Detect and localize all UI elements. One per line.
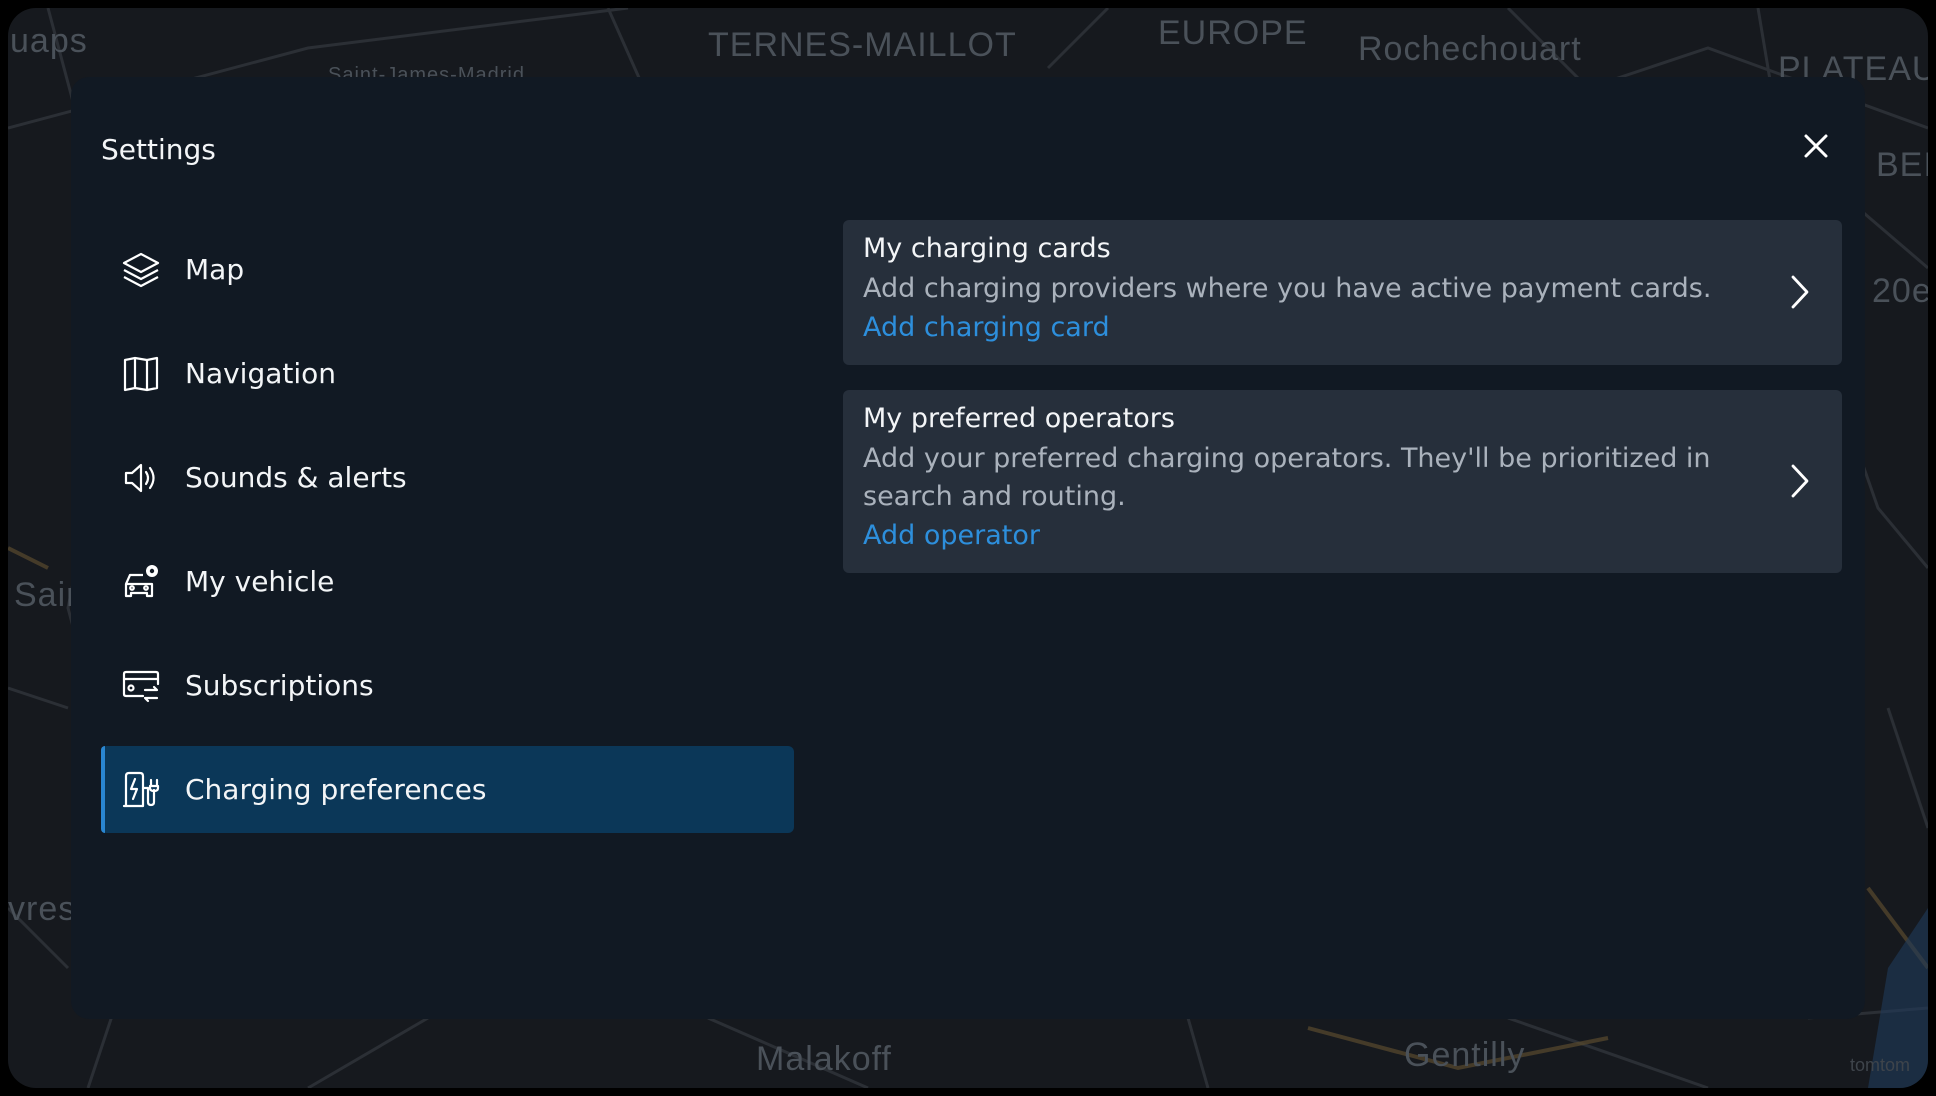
nav-item-charging-preferences[interactable]: Charging preferences: [101, 746, 794, 833]
map-label: uaps: [10, 22, 88, 60]
close-button[interactable]: [1798, 128, 1834, 164]
map-label: BEI: [1876, 146, 1928, 184]
map-label: vres: [8, 890, 77, 928]
speaker-icon: [124, 463, 155, 493]
app-screen: uaps TERNES-MAILLOT EUROPE Rochechouart …: [8, 8, 1928, 1088]
nav-item-subscriptions[interactable]: Subscriptions: [101, 642, 794, 729]
card-title: My charging cards: [863, 233, 1111, 264]
preferred-operators-card[interactable]: My preferred operators Add your preferre…: [843, 390, 1842, 573]
charging-cards-card[interactable]: My charging cards Add charging providers…: [843, 220, 1842, 365]
map-label: 20e: [1872, 272, 1928, 310]
map-label: Rochechouart: [1358, 30, 1582, 68]
card-title: My preferred operators: [863, 403, 1175, 434]
map-label: EUROPE: [1158, 14, 1308, 52]
nav-item-label: Charging preferences: [185, 773, 487, 806]
vehicle-settings-icon: [124, 565, 158, 598]
nav-item-label: Map: [185, 253, 245, 286]
nav-item-navigation[interactable]: Navigation: [101, 330, 794, 417]
nav-item-map[interactable]: Map: [101, 226, 794, 313]
card-description: Add your preferred charging operators. T…: [863, 443, 1711, 512]
add-charging-card-link[interactable]: Add charging card: [863, 312, 1110, 343]
map-label: TERNES-MAILLOT: [708, 26, 1017, 64]
page-title: Settings: [101, 133, 216, 166]
close-icon: [1804, 134, 1828, 158]
card-description: Add charging providers where you have ac…: [863, 273, 1712, 304]
chevron-right-icon: [1791, 464, 1809, 498]
layers-icon: [122, 252, 160, 288]
nav-item-label: Subscriptions: [185, 669, 374, 702]
settings-panel: Settings Map Navigation Sounds & alerts …: [71, 77, 1865, 1019]
map-watermark: tomtom: [1849, 1055, 1910, 1075]
map-label: Malakoff: [756, 1040, 892, 1078]
nav-item-label: Navigation: [185, 357, 337, 390]
map-label: Gentilly: [1404, 1036, 1526, 1074]
nav-item-my-vehicle[interactable]: My vehicle: [101, 538, 794, 625]
nav-item-label: Sounds & alerts: [185, 461, 407, 494]
add-operator-link[interactable]: Add operator: [863, 520, 1040, 551]
map-label: Sair: [14, 576, 79, 614]
chevron-right-icon: [1791, 275, 1809, 309]
subscription-card-icon: [122, 670, 160, 703]
nav-item-label: My vehicle: [185, 565, 335, 598]
charging-station-icon: [122, 771, 160, 808]
settings-nav: Map Navigation Sounds & alerts My vehicl…: [101, 226, 794, 850]
map-icon: [123, 356, 159, 392]
nav-item-sounds-alerts[interactable]: Sounds & alerts: [101, 434, 794, 521]
